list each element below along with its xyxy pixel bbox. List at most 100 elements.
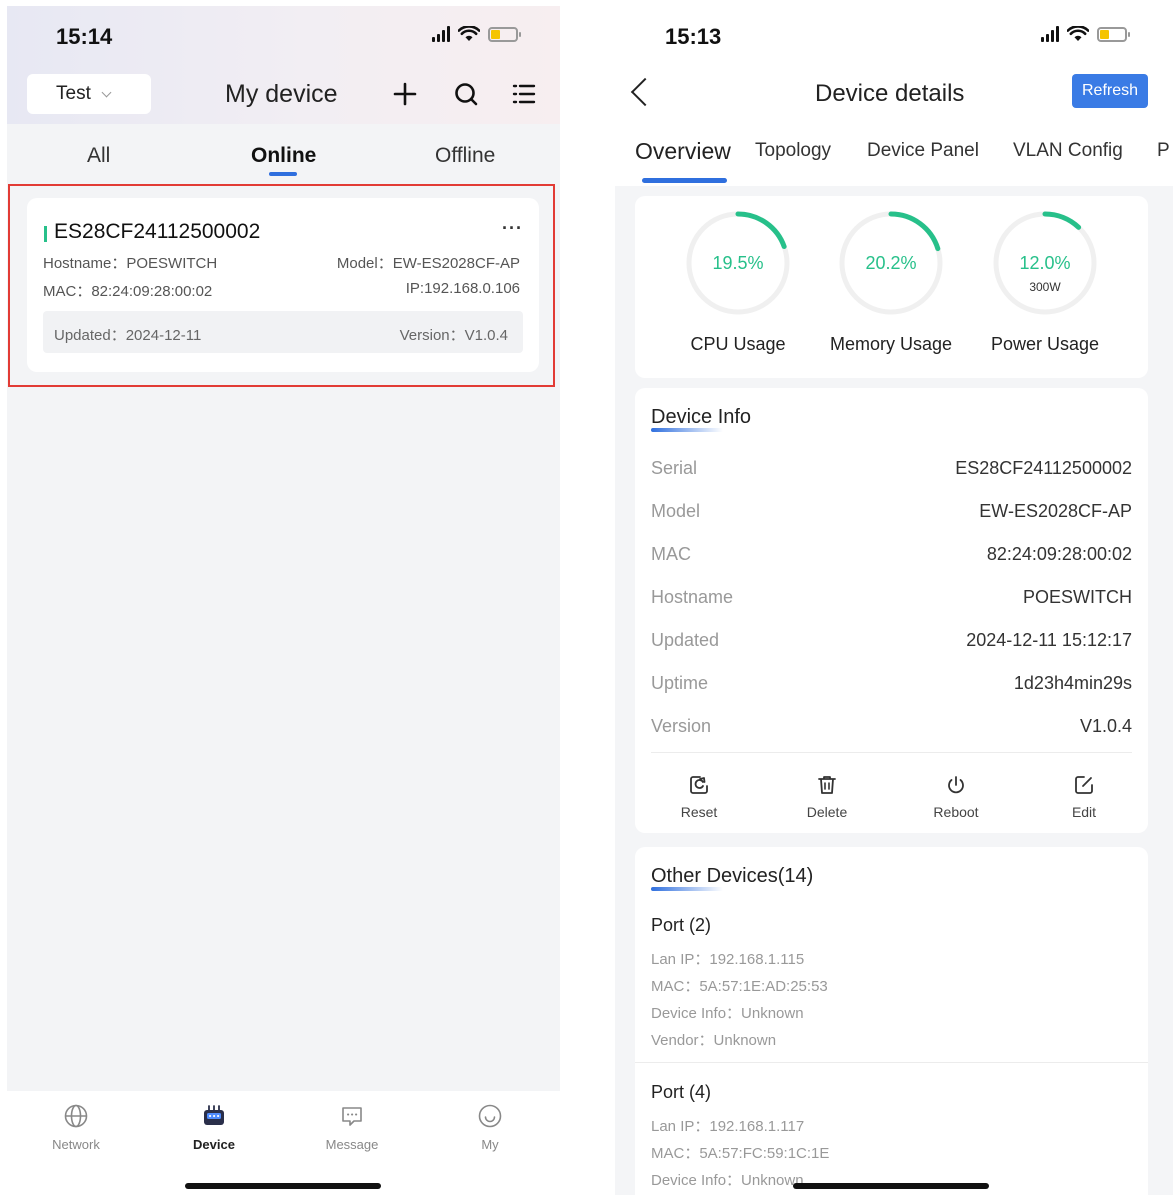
title-underline: [651, 428, 723, 432]
status-time: 15:13: [665, 24, 722, 49]
refresh-button[interactable]: Refresh: [1072, 74, 1148, 108]
info-key: Model: [651, 501, 701, 521]
tab-my-label: My: [481, 1137, 499, 1152]
signal-icon: [1041, 26, 1059, 42]
page-title: Device details: [815, 80, 965, 107]
battery-icon: [1097, 26, 1130, 42]
device-card[interactable]: ES28CF24112500002 ··· Hostname：POESWITCH…: [27, 198, 539, 372]
add-icon[interactable]: [391, 80, 419, 108]
wifi-icon: [458, 26, 480, 41]
chevron-down-icon: [101, 87, 112, 97]
info-value: EW-ES2028CF-AP: [979, 501, 1132, 521]
tab-all[interactable]: All: [87, 144, 110, 168]
port-title: Port (4): [651, 1082, 712, 1102]
device-info-panel: Device Info Serial ES28CF24112500002 Mode…: [635, 388, 1148, 833]
edit-button[interactable]: Edit: [1044, 774, 1124, 820]
port-vendor: Vendor：Unknown: [651, 1032, 777, 1049]
power-usage-value: 12.0%: [1019, 253, 1071, 273]
cpu-usage-label: CPU Usage: [690, 334, 786, 354]
tab-network[interactable]: Network: [36, 1103, 116, 1152]
usage-panel: 19.5% 20.2% 12.0% 300W CPU Usage Memory …: [635, 196, 1148, 378]
tab-device-panel[interactable]: Device Panel: [867, 140, 979, 162]
signal-icon: [432, 26, 450, 42]
reboot-button[interactable]: Reboot: [916, 774, 996, 820]
org-select[interactable]: Test: [27, 74, 151, 114]
tab-overview[interactable]: Overview: [635, 138, 731, 165]
device-version: Version：V1.0.4: [399, 327, 508, 344]
port-mac: MAC：5A:57:FC:59:1C:1E: [651, 1145, 830, 1162]
switch-icon: [204, 1105, 224, 1125]
info-value: V1.0.4: [1079, 716, 1132, 736]
back-icon[interactable]: [630, 77, 660, 107]
more-options-icon[interactable]: ···: [502, 218, 523, 239]
tab-network-label: Network: [52, 1137, 100, 1152]
details-tabs: Overview Topology Device Panel VLAN Conf…: [615, 128, 1173, 186]
home-indicator: [185, 1183, 381, 1189]
device-updated: Updated：2024-12-11: [54, 327, 202, 344]
info-value: 2024-12-11 15:12:17: [966, 630, 1132, 650]
tab-offline[interactable]: Offline: [435, 144, 495, 168]
tab-topology[interactable]: Topology: [755, 140, 831, 162]
status-time: 15:14: [56, 24, 113, 49]
port-title: Port (2): [651, 915, 712, 935]
info-row-hostname: Hostname POESWITCH: [651, 587, 1132, 630]
status-icons: [1041, 26, 1130, 42]
delete-button[interactable]: Delete: [787, 774, 867, 820]
tab-vlan-config[interactable]: VLAN Config: [1013, 140, 1123, 162]
device-ip: IP:192.168.0.106: [405, 280, 520, 297]
divider: [651, 752, 1132, 753]
divider: [635, 1062, 1148, 1063]
globe-icon: [64, 1104, 88, 1128]
info-value: POESWITCH: [1022, 587, 1132, 607]
device-info-title: Device Info: [651, 406, 752, 428]
device-card-footer: Updated：2024-12-11 Version：V1.0.4: [43, 311, 523, 353]
list-menu-icon[interactable]: [510, 80, 538, 108]
delete-label: Delete: [806, 804, 848, 820]
title-underline: [651, 887, 723, 891]
power-gauge: 12.0% 300W: [990, 208, 1100, 318]
page-title: My device: [225, 80, 338, 108]
info-key: Uptime: [651, 673, 709, 693]
reset-button[interactable]: Reset: [659, 774, 739, 820]
home-indicator: [793, 1183, 989, 1189]
device-hostname: Hostname：POESWITCH: [43, 255, 218, 272]
tab-device[interactable]: Device: [174, 1103, 254, 1152]
power-usage-label: Power Usage: [990, 334, 1100, 354]
port-device-info: Device Info：Unknown: [651, 1005, 804, 1022]
device-serial: ES28CF24112500002: [54, 220, 261, 243]
edit-label: Edit: [1071, 804, 1097, 820]
device-details-screen: 15:13 Device details Refresh Overview To…: [615, 6, 1173, 1195]
cpu-usage-value: 19.5%: [712, 253, 764, 273]
tab-more[interactable]: P: [1157, 140, 1170, 162]
info-value: 1d23h4min29s: [1013, 673, 1132, 693]
battery-icon: [488, 26, 521, 42]
trash-icon: [818, 776, 836, 794]
tab-message[interactable]: Message: [312, 1103, 392, 1152]
cpu-gauge: 19.5%: [683, 208, 793, 318]
chat-icon: [342, 1107, 362, 1126]
info-key: Hostname: [651, 587, 734, 607]
info-row-uptime: Uptime 1d23h4min29s: [651, 673, 1132, 716]
power-usage-sub: 300W: [1029, 280, 1061, 294]
active-tab-indicator: [642, 178, 727, 183]
status-bar: 15:14: [7, 6, 560, 68]
tab-online[interactable]: Online: [251, 144, 316, 168]
online-status-bar: [44, 226, 47, 242]
info-key: Updated: [651, 630, 720, 650]
port-mac: MAC：5A:57:1E:AD:25:53: [651, 978, 828, 995]
other-devices-title: Other Devices(14): [651, 865, 814, 887]
info-value: 82:24:09:28:00:02: [986, 544, 1132, 564]
filter-tabs: All Online Offline: [7, 124, 560, 184]
details-header: Device details Refresh: [615, 68, 1173, 128]
memory-gauge: 20.2%: [836, 208, 946, 318]
info-key: Version: [651, 716, 712, 736]
info-value: ES28CF24112500002: [955, 458, 1132, 478]
highlight-box: ES28CF24112500002 ··· Hostname：POESWITCH…: [8, 184, 555, 387]
memory-usage-value: 20.2%: [865, 253, 917, 273]
tab-my[interactable]: My: [450, 1103, 530, 1152]
status-bar: 15:13: [615, 6, 1173, 68]
search-icon[interactable]: [452, 80, 480, 108]
device-mac: MAC：82:24:09:28:00:02: [43, 283, 213, 300]
smile-icon: [478, 1104, 502, 1128]
reboot-label: Reboot: [933, 804, 979, 820]
